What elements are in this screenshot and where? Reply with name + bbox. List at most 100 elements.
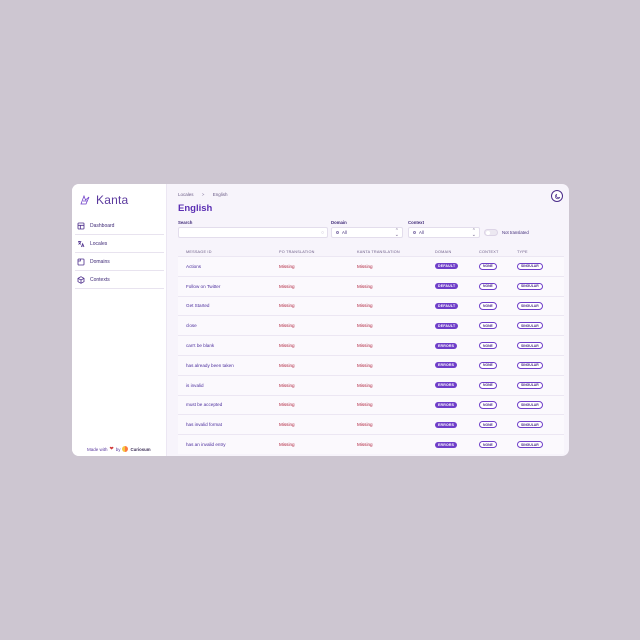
message-id-link[interactable]: is invalid: [186, 383, 204, 388]
message-id-link[interactable]: Follow on Twitter: [186, 284, 220, 289]
not-translated-label: Not translated: [502, 230, 529, 235]
type-badge: SINGULAR: [517, 302, 543, 310]
domain-badge: DEFAULT: [435, 302, 459, 309]
po-translation-cell: Missing: [279, 422, 295, 428]
message-id-link[interactable]: must be accepted: [186, 402, 222, 407]
type-badge: SINGULAR: [517, 262, 543, 270]
table-cell: can't be blank: [178, 335, 271, 356]
kanta-translation-cell: Missing: [357, 382, 373, 388]
table-cell: Missing: [271, 374, 349, 396]
table-cell: Missing: [271, 295, 349, 316]
table-cell: SINGULAR: [509, 335, 564, 356]
option-dot-icon: [336, 231, 339, 234]
breadcrumb-root[interactable]: Locales: [178, 192, 194, 197]
type-badge: SINGULAR: [517, 282, 543, 290]
table-row[interactable]: close Missing Missing DEFAULT NONE SINGULAR: [178, 315, 564, 336]
table-row[interactable]: has already been taken Missing Missing ERRO…: [178, 354, 564, 376]
search-label: Search: [178, 220, 193, 225]
search-input[interactable]: ○: [178, 227, 328, 238]
domain-badge: ERRORS: [435, 382, 458, 389]
table-row[interactable]: has an invalid entry Missing Missing ERRORS…: [178, 434, 564, 454]
table-cell: ERRORS: [427, 335, 471, 356]
message-id-link[interactable]: can't be blank: [186, 343, 214, 348]
table-cell: SINGULAR: [509, 354, 564, 376]
table-cell: NONE: [471, 434, 509, 454]
clear-search-icon[interactable]: ○: [321, 230, 324, 236]
table-cell: ERRORS: [427, 434, 471, 454]
type-badge: SINGULAR: [517, 401, 543, 409]
kanta-translation-cell: Missing: [357, 303, 373, 309]
table-cell: ERRORS: [427, 374, 471, 396]
table-row[interactable]: is invalid Missing Missing ERRORS NONE SINGUL…: [178, 374, 564, 396]
po-translation-cell: Missing: [279, 303, 295, 309]
message-id-link[interactable]: has invalid format: [186, 422, 222, 427]
table-cell: Missing: [271, 275, 349, 297]
table-cell: has invalid format: [178, 414, 271, 435]
table-cell: NONE: [471, 315, 509, 336]
chevron-updown-icon: ⌃ ⌄: [394, 228, 399, 238]
table-row[interactable]: Actions Missing Missing DEFAULT NONE SINGULAR: [178, 256, 564, 277]
domain-select-value: All: [342, 230, 347, 235]
table-row[interactable]: can't be blank Missing Missing ERRORS NONE SI…: [178, 335, 564, 356]
table-row[interactable]: must be accepted Missing Missing ERRORS NONE…: [178, 394, 564, 415]
domain-select[interactable]: All ⌃ ⌄: [331, 227, 403, 238]
theme-toggle-button[interactable]: [551, 190, 563, 202]
po-translation-cell: Missing: [279, 283, 295, 289]
domain-badge: ERRORS: [435, 401, 458, 408]
context-badge: NONE: [479, 302, 497, 310]
message-id-link[interactable]: close: [186, 323, 197, 328]
message-id-link[interactable]: has already been taken: [186, 363, 234, 368]
table-cell: is invalid: [178, 374, 271, 396]
type-badge: SINGULAR: [517, 440, 543, 449]
context-select[interactable]: All ⌃ ⌄: [408, 227, 480, 238]
table-cell: Follow on Twitter: [178, 275, 271, 297]
main-content: Locales > English English Search ○ Domai…: [72, 184, 569, 456]
table-cell: SINGULAR: [509, 434, 564, 454]
context-badge: NONE: [479, 282, 497, 290]
message-id-link[interactable]: Get Started: [186, 303, 210, 308]
table-row[interactable]: Get Started Missing Missing DEFAULT NONE SING…: [178, 295, 564, 316]
kanta-translation-cell: Missing: [357, 343, 373, 349]
table-cell: Missing: [349, 434, 427, 454]
po-translation-cell: Missing: [279, 343, 295, 349]
domain-badge: ERRORS: [435, 362, 458, 369]
table-cell: Missing: [271, 335, 349, 356]
table-cell: SINGULAR: [509, 295, 564, 316]
context-badge: NONE: [479, 322, 497, 330]
kanta-translation-cell: Missing: [357, 263, 373, 269]
kanta-translation-cell: Missing: [357, 402, 373, 408]
table-cell: DEFAULT: [427, 315, 471, 336]
context-badge: NONE: [479, 421, 497, 429]
breadcrumb: Locales > English: [178, 192, 227, 197]
message-id-link[interactable]: has an invalid entry: [186, 442, 226, 447]
page-title: English: [178, 203, 213, 214]
table-header-row: MESSAGE ID PO TRANSLATION KANTA TRANSLAT…: [178, 247, 564, 257]
table-cell: Missing: [271, 394, 349, 415]
table-cell: has an invalid entry: [178, 434, 271, 454]
column-header: CONTEXT: [479, 249, 499, 254]
domain-badge: ERRORS: [435, 342, 458, 349]
context-badge: NONE: [479, 341, 497, 350]
type-badge: SINGULAR: [517, 322, 543, 330]
table-cell: SINGULAR: [509, 315, 564, 336]
kanta-translation-cell: Missing: [357, 283, 373, 289]
context-badge: NONE: [479, 262, 497, 270]
table-cell: NONE: [471, 374, 509, 396]
table-cell: Missing: [271, 354, 349, 376]
po-translation-cell: Missing: [279, 263, 295, 269]
table-cell: SINGULAR: [509, 275, 564, 297]
not-translated-toggle[interactable]: [484, 229, 498, 236]
table-cell: Missing: [349, 414, 427, 435]
message-id-link[interactable]: Actions: [186, 264, 201, 269]
context-badge: NONE: [479, 440, 497, 449]
column-header: DOMAIN: [435, 249, 452, 254]
chevron-updown-icon: ⌃ ⌄: [471, 228, 476, 238]
table-row[interactable]: Follow on Twitter Missing Missing DEFAULT NO…: [178, 275, 564, 297]
table-row[interactable]: has invalid format Missing Missing ERRORS NO…: [178, 414, 564, 435]
domain-badge: ERRORS: [435, 441, 458, 448]
context-label: Context: [408, 220, 424, 225]
table-cell: NONE: [471, 414, 509, 435]
table-cell: SINGULAR: [509, 256, 564, 277]
table-cell: NONE: [471, 295, 509, 316]
table-cell: Missing: [349, 335, 427, 356]
